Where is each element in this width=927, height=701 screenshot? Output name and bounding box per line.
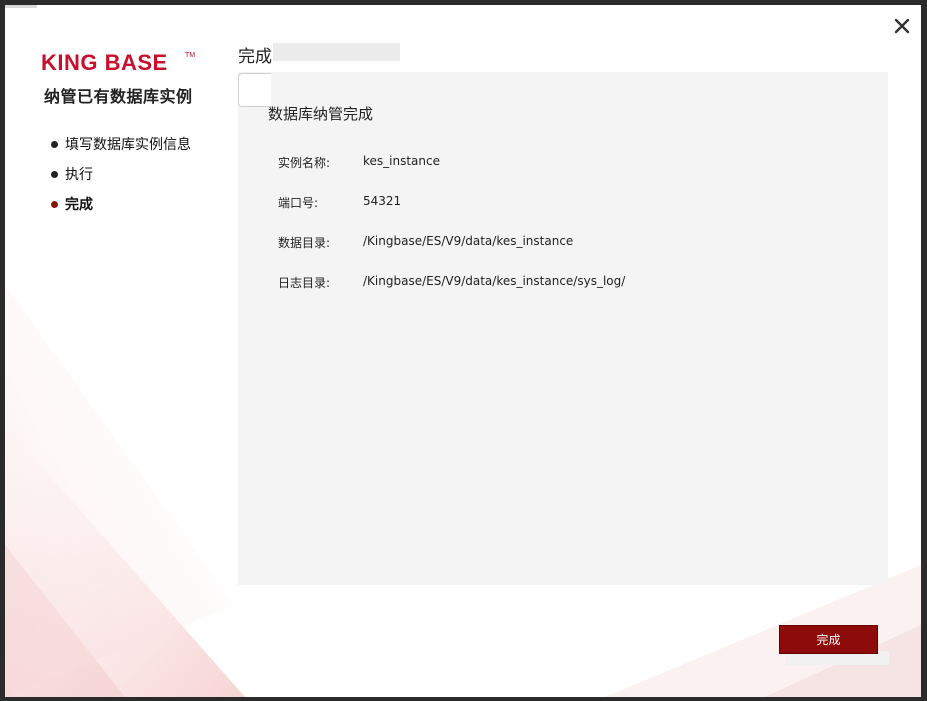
result-panel: 数据库纳管完成 实例名称: kes_instance 端口号: 54321 数据… [238,72,888,585]
info-value: kes_instance [363,154,440,168]
step-label: 执行 [65,167,93,183]
title-bar-strip [5,5,37,8]
info-key: 日志目录: [278,276,331,290]
step-dot-icon [51,140,58,148]
step-dot-icon [51,170,58,178]
info-key: 端口号: [278,196,319,210]
step-label: 完成 [65,197,93,213]
heading-placeholder-bar [273,43,400,61]
info-row-log-dir: 日志目录: /Kingbase/ES/V9/data/kes_instance/… [278,274,625,291]
info-value: /Kingbase/ES/V9/data/kes_instance/sys_lo… [363,274,626,288]
step-label: 填写数据库实例信息 [65,137,191,153]
info-row-instance-name: 实例名称: kes_instance [278,154,440,171]
info-row-port: 端口号: 54321 [278,194,401,211]
svg-text:KING BASE: KING BASE [41,50,168,75]
close-button[interactable] [889,13,915,39]
info-row-data-dir: 数据目录: /Kingbase/ES/V9/data/kes_instance [278,234,573,251]
wizard-steps: 填写数据库实例信息 执行 完成 [51,129,191,219]
info-value: 54321 [363,194,402,208]
info-value: /Kingbase/ES/V9/data/kes_instance [363,234,574,248]
info-key: 实例名称: [278,156,331,170]
info-key: 数据目录: [278,236,331,250]
step-fill-info: 填写数据库实例信息 [51,129,191,159]
panel-tab-edge [238,73,271,107]
step-dot-icon [51,200,58,208]
page-title: 完成 [238,47,272,67]
close-icon [894,18,910,34]
panel-title: 数据库纳管完成 [268,105,374,123]
step-execute: 执行 [51,159,191,189]
finish-button[interactable]: 完成 [779,625,878,654]
kingbase-logo: KING BASE TM [41,49,201,75]
manage-instance-dialog: KING BASE TM 纳管已有数据库实例 填写数据库实例信息 执行 完成 完… [5,5,921,697]
step-complete: 完成 [51,189,191,219]
app-title: 纳管已有数据库实例 [44,87,193,106]
svg-text:TM: TM [185,52,195,59]
